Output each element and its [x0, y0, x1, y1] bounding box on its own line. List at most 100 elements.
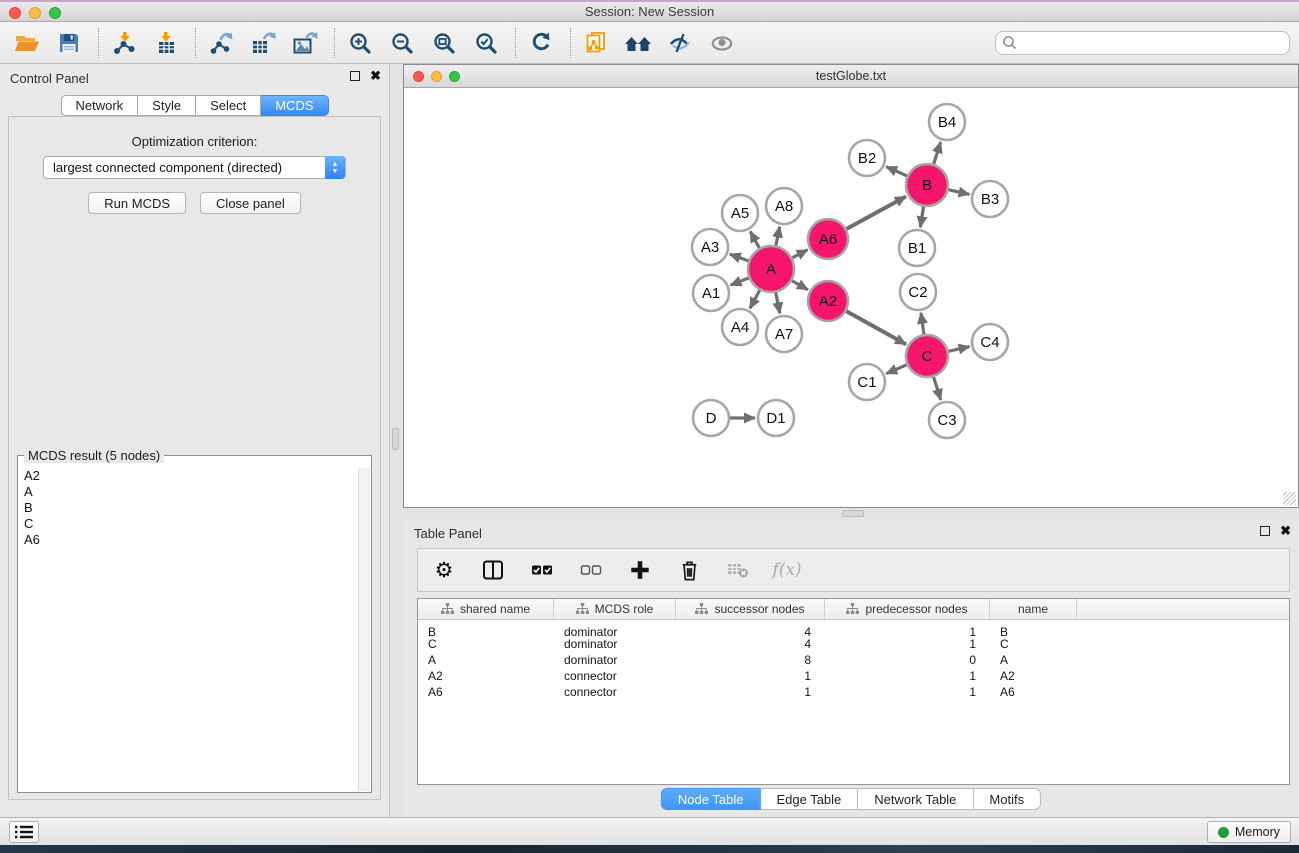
- node-B[interactable]: B: [906, 164, 948, 206]
- cell-successor-nodes[interactable]: 4: [676, 636, 825, 652]
- cell-mcds-role[interactable]: dominator: [554, 652, 676, 668]
- table-row-a[interactable]: Adominator80A: [418, 652, 1289, 668]
- edge-C-C2[interactable]: [921, 313, 924, 337]
- result-item-a[interactable]: A: [19, 484, 357, 500]
- function-builder-button[interactable]: f(x): [772, 555, 802, 585]
- column-header-name[interactable]: name: [990, 599, 1077, 619]
- cell-mcds-role[interactable]: dominator: [554, 624, 676, 636]
- node-C4[interactable]: C4: [972, 324, 1008, 360]
- column-header-mcds-role[interactable]: MCDS role: [554, 599, 676, 619]
- node-B3[interactable]: B3: [972, 181, 1008, 217]
- table-row-a6[interactable]: A6connector11A6: [418, 684, 1289, 700]
- result-item-b[interactable]: B: [19, 500, 357, 516]
- network-zoom-button[interactable]: [449, 71, 460, 82]
- node-D1[interactable]: D1: [758, 400, 794, 436]
- tab-motifs[interactable]: Motifs: [973, 788, 1041, 810]
- edge-C-C4[interactable]: [946, 347, 970, 352]
- edge-A6-B[interactable]: [844, 196, 906, 230]
- network-window-titlebar[interactable]: testGlobe.txt: [404, 65, 1298, 88]
- result-item-a6[interactable]: A6: [19, 532, 357, 548]
- edge-B-B1[interactable]: [920, 204, 924, 227]
- cell-successor-nodes[interactable]: 4: [676, 624, 825, 636]
- cell-shared-name[interactable]: C: [418, 636, 554, 652]
- minimize-window-button[interactable]: [29, 7, 41, 19]
- cell-name[interactable]: B: [990, 624, 1077, 636]
- select-all-rows-button[interactable]: [527, 555, 557, 585]
- cell-predecessor-nodes[interactable]: 1: [825, 684, 990, 700]
- edge-A-A5[interactable]: [750, 231, 761, 250]
- result-item-a2[interactable]: A2: [19, 468, 357, 484]
- table-row-a2[interactable]: A2connector11A2: [418, 668, 1289, 684]
- edge-A-A7[interactable]: [775, 290, 780, 314]
- node-A[interactable]: A: [748, 246, 794, 292]
- memory-button[interactable]: Memory: [1207, 821, 1291, 843]
- cell-successor-nodes[interactable]: 8: [676, 652, 825, 668]
- open-file-button[interactable]: [12, 28, 42, 58]
- node-C1[interactable]: C1: [849, 364, 885, 400]
- edge-C-C3[interactable]: [933, 374, 941, 400]
- close-window-button[interactable]: [9, 7, 21, 19]
- cell-shared-name[interactable]: B: [418, 624, 554, 636]
- cell-predecessor-nodes[interactable]: 1: [825, 668, 990, 684]
- task-history-button[interactable]: [9, 821, 39, 843]
- close-panel-icon[interactable]: ✖: [370, 71, 381, 81]
- refresh-button[interactable]: [526, 28, 556, 58]
- clone-network-button[interactable]: [581, 28, 611, 58]
- edge-B-B2[interactable]: [886, 167, 910, 178]
- node-C2[interactable]: C2: [900, 274, 936, 310]
- cell-shared-name[interactable]: A: [418, 652, 554, 668]
- float-table-panel-icon[interactable]: [1260, 526, 1270, 536]
- export-table-button[interactable]: [248, 28, 278, 58]
- node-C3[interactable]: C3: [929, 402, 965, 438]
- tab-select[interactable]: Select: [196, 95, 261, 116]
- cell-mcds-role[interactable]: connector: [554, 684, 676, 700]
- network-canvas[interactable]: AA6A2BCA3A5A8A1A4A7B2B4B3B1C2C1C4C3DD1: [404, 88, 1298, 507]
- window-titlebar[interactable]: Session: New Session: [0, 0, 1299, 22]
- search-input[interactable]: [995, 31, 1290, 55]
- result-item-c[interactable]: C: [19, 516, 357, 532]
- node-B1[interactable]: B1: [899, 230, 935, 266]
- cell-predecessor-nodes[interactable]: 0: [825, 652, 990, 668]
- cell-mcds-role[interactable]: connector: [554, 668, 676, 684]
- node-A2[interactable]: A2: [808, 281, 848, 321]
- tab-mcds[interactable]: MCDS: [261, 95, 328, 116]
- edge-A2-C[interactable]: [844, 310, 906, 345]
- node-A1[interactable]: A1: [693, 275, 729, 311]
- column-header-successor-nodes[interactable]: successor nodes: [676, 599, 825, 619]
- column-header-predecessor-nodes[interactable]: predecessor nodes: [825, 599, 990, 619]
- export-image-button[interactable]: [290, 28, 320, 58]
- edge-C-C1[interactable]: [886, 364, 909, 374]
- zoom-selected-button[interactable]: [471, 28, 501, 58]
- window-resize-grip[interactable]: [1283, 492, 1296, 505]
- cell-mcds-role[interactable]: dominator: [554, 636, 676, 652]
- cell-name[interactable]: A2: [990, 668, 1077, 684]
- node-D[interactable]: D: [693, 400, 729, 436]
- hide-graphics-details-button[interactable]: [665, 28, 695, 58]
- float-panel-icon[interactable]: [350, 71, 360, 81]
- save-session-button[interactable]: [54, 28, 84, 58]
- cell-name[interactable]: A6: [990, 684, 1077, 700]
- result-scrollbar[interactable]: [358, 468, 370, 791]
- edge-A-A8[interactable]: [775, 227, 780, 249]
- cell-predecessor-nodes[interactable]: 1: [825, 636, 990, 652]
- edge-A-A1[interactable]: [730, 277, 751, 285]
- add-row-button[interactable]: [625, 555, 655, 585]
- zoom-fit-button[interactable]: [429, 28, 459, 58]
- edge-A-A4[interactable]: [750, 288, 761, 309]
- node-A6[interactable]: A6: [808, 219, 848, 259]
- zoom-in-button[interactable]: [345, 28, 375, 58]
- vertical-splitter-handle[interactable]: [392, 428, 399, 450]
- optimization-criterion-select[interactable]: largest connected component (directed) ▲…: [43, 156, 346, 179]
- import-table-button[interactable]: [151, 28, 181, 58]
- close-table-panel-icon[interactable]: ✖: [1280, 526, 1291, 536]
- tab-style[interactable]: Style: [138, 95, 196, 116]
- column-layout-button[interactable]: [478, 555, 508, 585]
- network-close-button[interactable]: [413, 71, 424, 82]
- delete-table-button[interactable]: [723, 555, 753, 585]
- tab-network[interactable]: Network: [60, 95, 138, 116]
- zoom-out-button[interactable]: [387, 28, 417, 58]
- node-B4[interactable]: B4: [929, 104, 965, 140]
- edge-B-B3[interactable]: [946, 189, 970, 194]
- network-minimize-button[interactable]: [431, 71, 442, 82]
- home-fit-button[interactable]: [623, 28, 653, 58]
